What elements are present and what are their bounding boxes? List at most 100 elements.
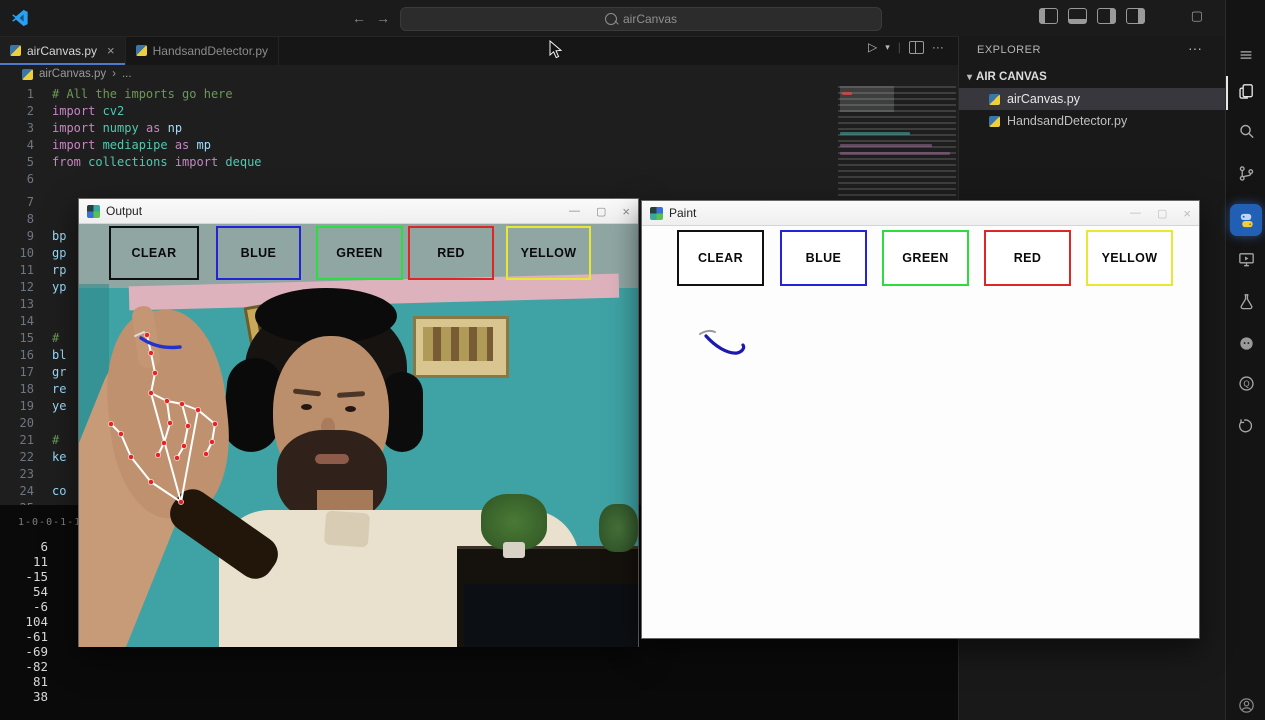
file-airCanvas.py[interactable]: airCanvas.py (959, 88, 1226, 110)
code-token: cv2 (103, 104, 125, 118)
history-icon[interactable] (1235, 414, 1257, 436)
eye-left (301, 404, 312, 410)
vscode-logo-icon (11, 9, 29, 27)
run-dropdown-icon[interactable]: ▾ (885, 42, 890, 53)
svg-text:Q: Q (1243, 379, 1249, 388)
window-restore-button[interactable]: ▢ (1191, 8, 1203, 24)
line-number: 16 (0, 347, 52, 364)
terminal-value: 81 (4, 674, 48, 689)
run-python-file-button[interactable]: ▷ (868, 40, 877, 54)
code-token: numpy (103, 121, 146, 135)
close-icon[interactable]: × (107, 43, 115, 58)
breadcrumb-more: ... (122, 68, 132, 80)
button-label: YELLOW (521, 246, 577, 260)
code-token: import (52, 104, 103, 118)
terminal-values: 611-1554-6104-61-69-828138 (4, 539, 48, 704)
line-number: 10 (0, 245, 52, 262)
canvas-button-green: GREEN (882, 230, 969, 286)
code-line: 3import numpy as np (0, 120, 840, 137)
code-token: # All the imports go here (52, 87, 233, 101)
split-editor-icon[interactable] (909, 41, 924, 54)
file-name: HandsandDetector.py (1007, 114, 1127, 128)
terminal-value: 6 (4, 539, 48, 554)
account-icon[interactable] (1235, 694, 1257, 716)
customize-layout-icon[interactable] (1126, 8, 1145, 24)
line-number: 17 (0, 364, 52, 381)
nav-forward-icon[interactable]: → (376, 9, 390, 27)
code-fragment: re (52, 381, 66, 398)
toggle-sidebar-icon[interactable] (1039, 8, 1058, 24)
python-file-icon (989, 94, 1000, 105)
remote-monitor-icon[interactable] (1235, 248, 1257, 270)
code-token: import (52, 138, 103, 152)
minimap[interactable] (838, 86, 956, 198)
nav-back-icon[interactable]: ← (352, 9, 366, 27)
folder-name: AIR CANVAS (976, 71, 1047, 83)
code-editor: 1# All the imports go here2import cv23im… (0, 86, 840, 188)
line-number: 21 (0, 432, 52, 449)
assistant-circle-icon[interactable] (1235, 332, 1257, 354)
close-icon[interactable]: × (1183, 206, 1191, 221)
close-icon[interactable]: × (622, 204, 630, 219)
code-fragment: co (52, 483, 66, 500)
button-label: GREEN (902, 251, 948, 265)
vscode-window: ← → airCanvas ▢ × airCanvas.py×HandsandD… (0, 0, 1265, 720)
testing-flask-icon[interactable] (1235, 290, 1257, 312)
canvas-button-red: RED (984, 230, 1071, 286)
code-token: mp (197, 138, 211, 152)
paint-window-titlebar[interactable]: Paint — ▢ × (642, 201, 1199, 226)
minimap-line (840, 132, 910, 135)
output-window-titlebar[interactable]: Output — ▢ × (79, 199, 638, 224)
search-icon (605, 13, 617, 25)
button-label: CLEAR (698, 251, 743, 265)
plant-right (599, 504, 638, 552)
source-control-icon[interactable] (1235, 162, 1257, 184)
line-number: 5 (0, 154, 52, 171)
tab-HandsandDetector.py[interactable]: HandsandDetector.py (126, 36, 279, 65)
button-label: BLUE (241, 246, 277, 260)
terminal-value: -82 (4, 659, 48, 674)
explorer-more-actions-icon[interactable]: ··· (1188, 40, 1202, 56)
shirt-collar (324, 511, 370, 548)
button-label: GREEN (336, 246, 382, 260)
code-text: # All the imports go here (52, 86, 233, 103)
button-label: YELLOW (1102, 251, 1158, 265)
titlebar: ← → airCanvas ▢ × (0, 0, 1265, 37)
minimize-icon[interactable]: — (1130, 207, 1141, 219)
explorer-icon[interactable] (1235, 80, 1257, 102)
toggle-secondary-sidebar-icon[interactable] (1097, 8, 1116, 24)
line-number: 13 (0, 296, 52, 313)
terminal-value: -69 (4, 644, 48, 659)
tab-airCanvas.py[interactable]: airCanvas.py× (0, 36, 126, 65)
code-fragment: # (52, 432, 59, 449)
maximize-icon[interactable]: ▢ (596, 205, 606, 218)
tab-bar: airCanvas.py×HandsandDetector.py (0, 36, 958, 65)
activity-bar: Q (1225, 0, 1265, 720)
python-extension-icon[interactable] (1230, 204, 1262, 236)
line-number: 11 (0, 262, 52, 279)
search-icon[interactable] (1235, 120, 1257, 142)
code-fragment: gp (52, 245, 66, 262)
maximize-icon[interactable]: ▢ (1157, 207, 1167, 220)
minimize-icon[interactable]: — (569, 205, 580, 217)
output-button-row: CLEARBLUEGREENREDYELLOW (79, 224, 638, 284)
canvas-button-yellow: YELLOW (506, 226, 591, 280)
command-center-search[interactable]: airCanvas (400, 7, 882, 31)
q-badge-icon[interactable]: Q (1235, 372, 1257, 394)
editor-more-actions-icon[interactable]: ··· (932, 40, 944, 54)
toggle-panel-icon[interactable] (1068, 8, 1087, 24)
explorer-title: EXPLORER (977, 44, 1041, 56)
folder-air-canvas[interactable]: ▾ AIR CANVAS (959, 66, 1226, 88)
line-number: 23 (0, 466, 52, 483)
menu-icon[interactable] (1235, 44, 1257, 66)
file-HandsandDetector.py[interactable]: HandsandDetector.py (959, 110, 1226, 132)
command-center-text: airCanvas (623, 12, 677, 26)
code-fragment: # (52, 330, 59, 347)
terminal-value: 104 (4, 614, 48, 629)
button-label: RED (1014, 251, 1042, 265)
breadcrumb-separator: › (112, 68, 116, 80)
file-name: airCanvas.py (1007, 92, 1080, 106)
breadcrumb[interactable]: airCanvas.py › ... (22, 68, 132, 80)
code-token: import (52, 121, 103, 135)
code-token: as (146, 121, 168, 135)
